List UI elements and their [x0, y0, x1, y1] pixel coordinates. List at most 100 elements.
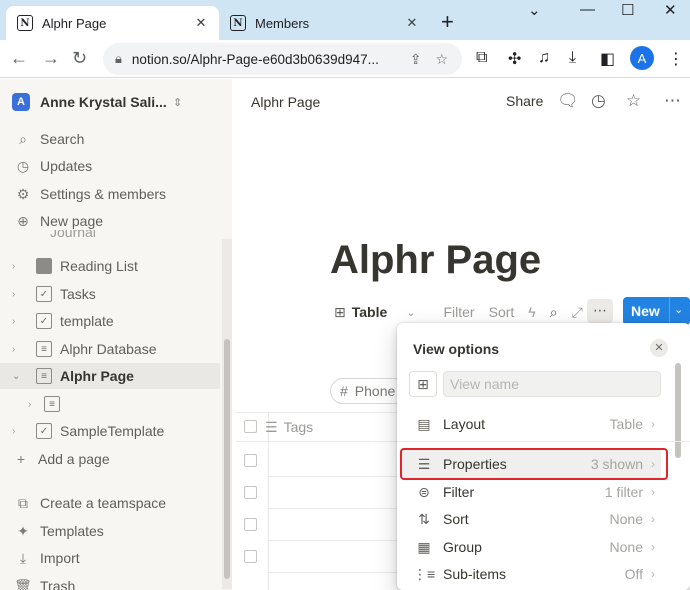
filter-icon: ⊜	[418, 483, 430, 500]
sidebar-item-updates[interactable]: ◷ Updates	[14, 154, 92, 178]
select-all-checkbox[interactable]	[244, 420, 257, 433]
chevron-right-icon: ›	[651, 417, 655, 431]
close-tab-icon[interactable]: ✕	[402, 15, 422, 31]
chevron-down-icon[interactable]: ⌄	[528, 1, 541, 19]
media-queue-icon[interactable]: ♫	[538, 49, 550, 67]
add-page-button[interactable]: + Add a page	[14, 447, 110, 471]
forward-icon[interactable]: →	[42, 48, 60, 69]
close-tab-icon[interactable]: ✕	[191, 15, 211, 31]
search-icon[interactable]: ⌕	[550, 304, 558, 321]
column-header-tags[interactable]: ☰ Tags	[265, 419, 313, 436]
view-name-input[interactable]	[443, 371, 661, 397]
sidebar-page-label: template	[60, 313, 114, 329]
caret-right-icon[interactable]: ›	[28, 399, 31, 410]
history-clock-icon[interactable]: ◷	[591, 91, 606, 111]
download-icon[interactable]: ⤓	[569, 49, 576, 67]
view-option-layout[interactable]: ▤ Layout Table ›	[401, 410, 661, 438]
screenshot-extension-icon[interactable]: ⧉	[476, 49, 487, 67]
sidebar-item-search[interactable]: ⌕ Search	[14, 127, 84, 151]
share-page-icon[interactable]: ⇪	[410, 51, 422, 68]
row-checkbox[interactable]	[244, 550, 257, 563]
more-options-icon[interactable]: ⋯	[664, 91, 681, 111]
side-panel-icon[interactable]: ◧	[600, 49, 615, 69]
puzzle-extensions-icon[interactable]: ✣	[508, 49, 521, 69]
table-header	[236, 412, 406, 442]
tab-alphr-page[interactable]: N Alphr Page ✕	[6, 6, 219, 40]
caret-right-icon[interactable]: ›	[12, 426, 15, 437]
sidebar-page-label: Reading List	[60, 258, 138, 274]
clock-icon: ◷	[16, 157, 30, 174]
notion-favicon-icon: N	[230, 15, 246, 31]
new-tab-icon[interactable]: +	[441, 9, 454, 35]
view-option-sort[interactable]: ⇅ Sort None ›	[401, 505, 661, 533]
sidebar-scrollbar-thumb[interactable]	[224, 339, 230, 579]
sidebar-item-import[interactable]: ⤓ Import	[14, 546, 80, 570]
sidebar-page-template[interactable]: › ✓ template	[0, 308, 220, 334]
workspace-name: Anne Krystal Sali...	[40, 94, 167, 110]
column-separator	[268, 412, 269, 590]
comment-icon[interactable]: 🗨︎	[557, 91, 579, 111]
sidebar-page-alphr-page[interactable]: ⌄ ≡ Alphr Page	[0, 363, 220, 389]
row-checkbox[interactable]	[244, 454, 257, 467]
view-options-more-button[interactable]: ⋯	[587, 299, 613, 323]
chevron-right-icon: ›	[651, 512, 655, 526]
caret-right-icon[interactable]: ›	[12, 344, 15, 355]
sidebar-page-tasks[interactable]: › ✓ Tasks	[0, 281, 220, 307]
chevron-down-icon[interactable]: ⌄	[674, 303, 683, 316]
popover-scrollbar[interactable]	[675, 363, 681, 458]
option-label: Sort	[443, 511, 469, 527]
expand-arrows-icon[interactable]: ⤢	[572, 304, 583, 321]
view-icon-picker[interactable]: ⊞	[409, 371, 437, 397]
caret-right-icon[interactable]: ›	[12, 261, 15, 272]
list-icon: ☰	[265, 419, 278, 435]
minimize-icon[interactable]: —	[580, 1, 595, 18]
chevron-updown-icon: ⇕	[172, 96, 183, 109]
row-checkbox[interactable]	[244, 518, 257, 531]
sidebar-item-templates[interactable]: ✦ Templates	[14, 519, 104, 543]
workspace-switcher[interactable]: A Anne Krystal Sali... ⇕	[12, 93, 182, 111]
page-icon: ≡	[44, 396, 60, 412]
templates-icon: ✦	[17, 522, 29, 539]
close-icon[interactable]: ✕	[650, 339, 668, 357]
address-bar[interactable]: 🔒︎ notion.so/Alphr-Page-e60d3b0639d947..…	[103, 43, 462, 75]
view-tab-label: Table	[351, 304, 388, 320]
caret-right-icon[interactable]: ›	[12, 289, 15, 300]
filter-chip-label: Phone	[354, 383, 396, 399]
table-row-divider	[268, 508, 408, 509]
view-option-filter[interactable]: ⊜ Filter 1 filter ›	[401, 478, 661, 506]
view-option-sub-items[interactable]: ⋮≡ Sub-items Off ›	[401, 560, 661, 588]
maximize-icon[interactable]: ☐	[621, 1, 634, 19]
view-tab-table[interactable]: ⊞ Table ⌄	[334, 304, 429, 321]
tab-members[interactable]: N Members ✕	[225, 6, 430, 40]
page-title[interactable]: Alphr Page	[330, 238, 541, 283]
add-page-label: Add a page	[38, 451, 110, 467]
close-window-icon[interactable]: ✕	[664, 1, 677, 19]
sidebar-item-label: Journal	[50, 230, 96, 240]
bookmark-star-icon[interactable]: ☆	[435, 51, 448, 68]
favorite-star-icon[interactable]: ☆	[626, 91, 641, 111]
automation-lightning-icon[interactable]: ϟ	[528, 304, 535, 320]
sidebar-page-alphr-database[interactable]: › ≡ Alphr Database	[0, 336, 220, 362]
caret-right-icon[interactable]: ›	[12, 316, 15, 327]
profile-avatar[interactable]: A	[630, 46, 654, 70]
reload-icon[interactable]: ↻	[72, 48, 87, 69]
database-toolbar: ⊞ Table ⌄ Filter Sort ϟ ⌕ ⤢	[334, 300, 597, 324]
row-checkbox[interactable]	[244, 486, 257, 499]
sort-button[interactable]: Sort	[489, 304, 515, 320]
share-button[interactable]: Share	[506, 93, 543, 109]
browser-menu-icon[interactable]: ⋮	[668, 49, 684, 69]
breadcrumb[interactable]: Alphr Page	[251, 94, 320, 110]
sidebar-item-create-teamspace[interactable]: ⧉ Create a teamspace	[14, 491, 166, 515]
back-icon[interactable]: ←	[10, 48, 28, 69]
caret-down-icon[interactable]: ⌄	[12, 371, 20, 382]
sidebar-page-sampletemplate[interactable]: › ✓ SampleTemplate	[0, 418, 220, 444]
filter-button[interactable]: Filter	[443, 304, 474, 320]
highlight-annotation-box	[400, 448, 668, 480]
sidebar-page-reading-list[interactable]: › Reading List	[0, 253, 220, 279]
sidebar-page-untitled[interactable]: › ≡	[0, 391, 220, 417]
layout-icon: ▤	[417, 415, 431, 432]
tab-title: Members	[255, 15, 310, 31]
view-option-group[interactable]: ▦ Group None ›	[401, 533, 661, 561]
sidebar-item-trash[interactable]: 🗑︎ Trash	[14, 574, 75, 590]
sidebar-item-settings[interactable]: ⚙ Settings & members	[14, 182, 166, 206]
